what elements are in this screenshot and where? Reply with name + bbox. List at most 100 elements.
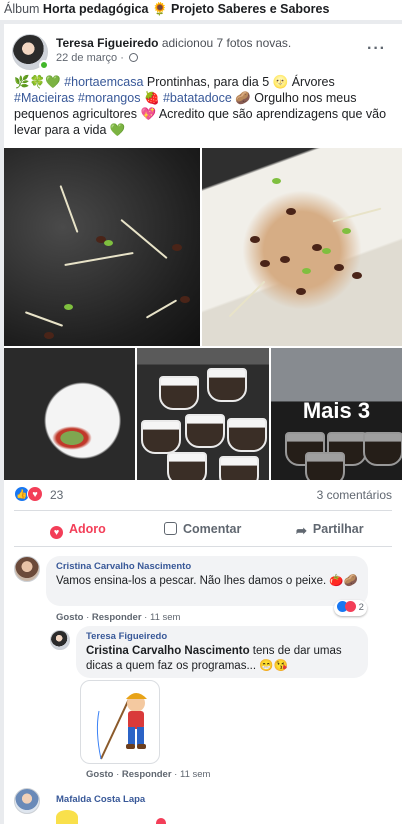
- hashtag-batatadoce[interactable]: #batatadoce: [163, 91, 232, 105]
- reaction-count: 23: [50, 488, 64, 502]
- photo-sprouts-dark[interactable]: [4, 148, 200, 346]
- photo-grid: Mais 3: [4, 148, 402, 480]
- love-button[interactable]: ♥ Adoro: [50, 516, 106, 542]
- share-label: Partilhar: [312, 522, 364, 536]
- seed: [352, 272, 362, 279]
- comment-like-link[interactable]: Gosto: [56, 612, 83, 623]
- comment-button[interactable]: Comentar: [164, 516, 241, 542]
- dot-separator: ·: [120, 52, 124, 64]
- leaf-emoji: 🌿🍀💚: [14, 75, 61, 89]
- hashtag-macieiras[interactable]: #Macieiras: [14, 91, 74, 105]
- reactions-summary[interactable]: 👍 ♥ 23 3 comentários: [14, 486, 392, 504]
- comment-links: Gosto · Responder · 11 sem: [56, 612, 181, 623]
- sprout: [64, 251, 134, 267]
- reply-like-link[interactable]: Gosto: [86, 769, 113, 780]
- comment-reactions[interactable]: 2: [334, 600, 367, 616]
- globe-icon: [128, 53, 138, 62]
- seed: [312, 244, 322, 251]
- seed: [44, 332, 54, 339]
- sun-sticker-icon: [56, 810, 78, 824]
- leaf: [272, 178, 281, 184]
- sprout: [145, 299, 178, 319]
- album-prefix: Álbum: [4, 2, 40, 16]
- post-card: Teresa Figueiredo adicionou 7 fotos nova…: [4, 24, 402, 824]
- divider: [14, 510, 392, 511]
- love-label: Adoro: [69, 522, 106, 536]
- pot: [167, 452, 207, 480]
- comment: Cristina Carvalho Nascimento Vamos ensin…: [14, 556, 392, 628]
- pot: [219, 456, 259, 480]
- pot: [227, 418, 267, 452]
- photo-more-overlay[interactable]: Mais 3: [271, 348, 402, 480]
- post-date-link[interactable]: 22 de março: [56, 52, 117, 64]
- leaf: [322, 248, 331, 254]
- seed: [296, 288, 306, 295]
- project-name-link[interactable]: Projeto Saberes e Sabores: [171, 2, 329, 16]
- photo-seedling-cup[interactable]: [4, 348, 135, 480]
- hashtag-hortaemcasa[interactable]: #hortaemcasa: [64, 75, 143, 89]
- heart-emoji-icon: [156, 818, 166, 824]
- leaf: [104, 240, 113, 246]
- comment: Mafalda Costa Lapa: [14, 788, 392, 824]
- love-reaction-icon: ♥: [27, 486, 43, 502]
- photo-sprouts-paper[interactable]: [202, 148, 402, 346]
- seed: [260, 260, 270, 267]
- pot: [141, 420, 181, 454]
- reply-text: Cristina Carvalho Nascimento tens de dar…: [86, 644, 358, 674]
- commenter-avatar[interactable]: [14, 556, 40, 582]
- reply-bubble: Teresa Figueiredo Cristina Carvalho Nasc…: [76, 626, 368, 678]
- comment-bubble: Cristina Carvalho Nascimento Vamos ensin…: [46, 556, 368, 606]
- seed: [286, 208, 296, 215]
- facebook-post-screen: Álbum Horta pedagógica 🌻 Projeto Saberes…: [0, 0, 402, 824]
- sprout: [332, 207, 382, 223]
- reply-reply-link[interactable]: Responder: [122, 769, 172, 780]
- comment-text: Vamos ensina-los a pescar. Não lhes damo…: [56, 575, 359, 587]
- heart-icon: ♥: [50, 526, 63, 539]
- author-line: Teresa Figueiredo adicionou 7 fotos nova…: [56, 36, 291, 50]
- sunflower-icon: 🌻: [151, 2, 168, 16]
- mention-link[interactable]: Cristina Carvalho Nascimento: [86, 645, 250, 657]
- online-status-icon: [39, 60, 49, 70]
- fishing-boy-sticker[interactable]: [80, 680, 160, 764]
- reply-author-link[interactable]: Teresa Figueiredo: [86, 631, 358, 642]
- comment-reply-link[interactable]: Responder: [92, 612, 142, 623]
- comment-time[interactable]: 11 sem: [150, 612, 180, 623]
- share-icon: ➦: [296, 523, 307, 538]
- comment-author-link[interactable]: Mafalda Costa Lapa: [56, 794, 145, 805]
- comment-author-link[interactable]: Cristina Carvalho Nascimento: [56, 561, 358, 572]
- comment-icon: [164, 522, 177, 535]
- post-text-segment: 🍓: [140, 91, 163, 105]
- hashtag-morangos[interactable]: #morangos: [78, 91, 141, 105]
- reply-comment: Teresa Figueiredo Cristina Carvalho Nasc…: [50, 626, 370, 682]
- fishing-boy-icon: [96, 693, 147, 760]
- comment-count-link[interactable]: 3 comentários: [317, 488, 392, 502]
- sprout: [24, 311, 64, 327]
- photo-seedling-pots[interactable]: [137, 348, 269, 480]
- reply-time[interactable]: 11 sem: [180, 769, 210, 780]
- reply-avatar[interactable]: [50, 630, 70, 650]
- seed: [280, 256, 290, 263]
- pot: [185, 414, 225, 448]
- leaf: [342, 228, 351, 234]
- pot: [207, 368, 247, 402]
- comment-label: Comentar: [183, 522, 242, 536]
- seed: [172, 244, 182, 251]
- post-header: Teresa Figueiredo adicionou 7 fotos nova…: [12, 34, 392, 70]
- pot: [159, 376, 199, 410]
- divider: [14, 546, 392, 547]
- sprout: [59, 185, 79, 233]
- post-text-segment: Prontinhas, para dia 5 🌝 Árvores: [143, 75, 335, 89]
- post-meta: 22 de março ·: [56, 52, 138, 64]
- share-button[interactable]: ➦ Partilhar: [296, 516, 364, 542]
- author-name-link[interactable]: Teresa Figueiredo: [56, 36, 158, 50]
- commenter-avatar[interactable]: [14, 788, 40, 814]
- love-mini-icon: [345, 601, 356, 612]
- post-action-text: adicionou 7 fotos novas.: [161, 36, 292, 50]
- post-actions: ♥ Adoro Comentar ➦ Partilhar: [14, 516, 392, 542]
- more-options-icon[interactable]: ···: [367, 40, 386, 58]
- leaf: [64, 304, 73, 310]
- comment-reaction-count: 2: [358, 602, 364, 613]
- reply-links: Gosto · Responder · 11 sem: [86, 769, 211, 780]
- leaf: [302, 268, 311, 274]
- album-name-link[interactable]: Horta pedagógica: [43, 2, 149, 16]
